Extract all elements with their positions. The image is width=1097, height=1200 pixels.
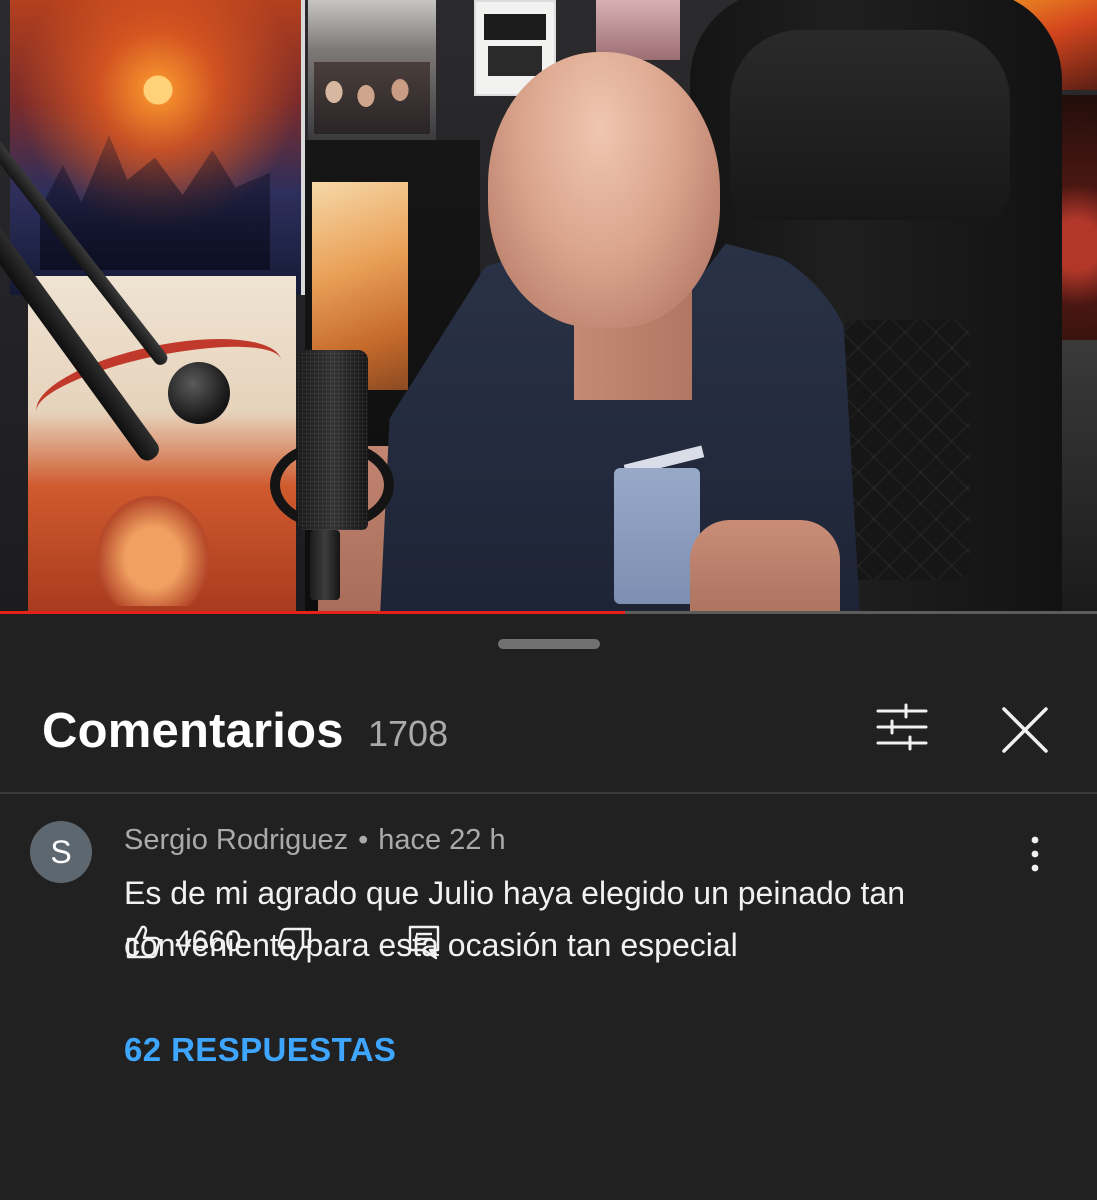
comment-author[interactable]: Sergio Rodriguez (124, 824, 348, 856)
shirt-pocket (614, 468, 700, 604)
wall-poster-sunset (10, 0, 305, 295)
comments-count: 1708 (368, 713, 449, 754)
person-arm-right (690, 520, 840, 614)
avatar-letter: S (50, 833, 72, 870)
mic-cable-connector (310, 530, 340, 600)
wall-poster-pink (596, 0, 680, 60)
meta-separator: • (358, 824, 369, 856)
avatar[interactable]: S (30, 821, 92, 883)
sheet-drag-handle[interactable] (498, 639, 600, 649)
video-progress-fill (0, 611, 626, 614)
person-head (488, 52, 720, 328)
sort-filter-icon[interactable] (876, 703, 928, 751)
comments-title: Comentarios (42, 704, 344, 758)
comment-meta: Sergio Rodriguez • hace 22 h (124, 824, 506, 857)
comment-item: S Sergio Rodriguez • hace 22 h Es de mi ag… (0, 794, 1097, 1200)
view-replies-button[interactable]: 62 RESPUESTAS (124, 1031, 396, 1069)
thumbs-down-icon[interactable] (276, 926, 312, 962)
like-count: 4660 (175, 925, 242, 958)
comments-sheet: Comentarios 1708 S Sergio Rodriguez • ha… (0, 617, 1097, 1200)
video-progress-bar[interactable] (0, 611, 1097, 614)
wall-poster-game-box (308, 0, 436, 140)
video-player[interactable] (0, 0, 1097, 614)
youtube-mobile-screen: Comentarios 1708 S Sergio Rodriguez • ha… (0, 0, 1097, 1200)
reply-comment-icon[interactable] (406, 924, 442, 960)
comment-time: hace 22 h (378, 824, 506, 856)
microphone (298, 350, 368, 530)
comment-text: Es de mi agrado que Julio haya elegido u… (124, 875, 906, 963)
thumbs-up-icon[interactable] (126, 924, 162, 960)
close-icon[interactable] (998, 703, 1052, 757)
mic-arm-joint (168, 362, 230, 424)
